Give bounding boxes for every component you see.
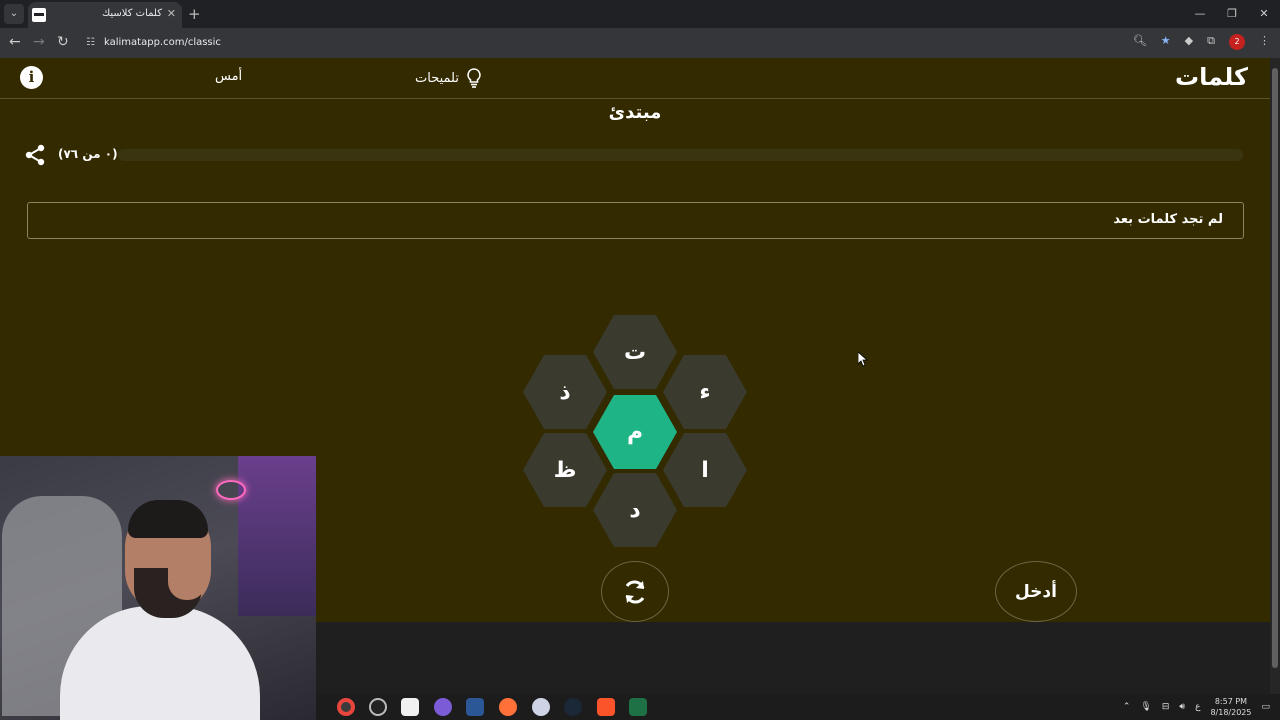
back-icon[interactable]: ←	[9, 34, 21, 50]
share-icon[interactable]	[24, 144, 46, 166]
letter-hex-upper-right[interactable]: ء	[663, 355, 747, 429]
webcam-background-light	[238, 456, 316, 616]
found-words-text: لم تجد كلمات بعد	[1113, 212, 1223, 227]
language-indicator[interactable]: ع	[1195, 702, 1200, 712]
excel-taskbar-icon[interactable]	[629, 698, 647, 716]
tab-close-icon[interactable]: ✕	[167, 7, 176, 20]
letter-hex-top[interactable]: ت	[593, 315, 677, 389]
bookmark-star-icon[interactable]: ★	[1161, 34, 1171, 50]
word-taskbar-icon[interactable]	[466, 698, 484, 716]
mouse-cursor-icon	[858, 352, 868, 367]
address-bar[interactable]: ☷ kalimatapp.com/classic	[80, 31, 1278, 55]
microphone-icon[interactable]: 🎙︎	[1140, 702, 1151, 712]
neon-planet-light	[216, 480, 246, 500]
close-window-icon[interactable]: ✕	[1248, 0, 1280, 28]
webcam-person-hand	[168, 548, 206, 600]
window-controls: — ❐ ✕	[1184, 0, 1280, 28]
site-info-icon[interactable]: ☷	[86, 37, 95, 48]
extension-icon[interactable]: ◆	[1185, 34, 1193, 50]
browser-menu-icon[interactable]: ⋮	[1259, 34, 1270, 50]
steam-taskbar-icon[interactable]	[564, 698, 582, 716]
clock-date: 8/18/2025	[1210, 708, 1252, 717]
level-title: مبتدئ	[608, 102, 662, 123]
info-icon[interactable]: i	[20, 66, 43, 89]
hints-label: تلميحات	[415, 70, 459, 86]
url-text: kalimatapp.com/classic	[104, 37, 221, 48]
found-words-box[interactable]: لم تجد كلمات بعد	[27, 202, 1244, 239]
lightbulb-icon	[467, 68, 481, 88]
app-taskbar-icon[interactable]	[434, 698, 452, 716]
new-tab-icon[interactable]: +	[188, 5, 201, 23]
page-scrollbar[interactable]	[1270, 58, 1280, 694]
minimize-icon[interactable]: —	[1184, 0, 1216, 28]
profile-avatar[interactable]: 2	[1229, 34, 1245, 50]
notifications-icon[interactable]: ▭	[1261, 702, 1270, 712]
system-tray: ⌃ 🎙︎ ⊟ 🔊︎ ع 8:57 PM 8/18/2025 ▭	[1123, 694, 1270, 720]
toolbar-actions: 🔍︎ ★ ◆ ⧉ 2 ⋮	[1133, 34, 1270, 50]
letter-hex-lower-right[interactable]: ا	[663, 433, 747, 507]
progress-count: (٠ من ٧٦)	[58, 147, 118, 161]
shuffle-button[interactable]	[601, 561, 669, 622]
webcam-person-hair	[128, 500, 208, 538]
firefox-taskbar-icon[interactable]	[499, 698, 517, 716]
app2-taskbar-icon[interactable]	[532, 698, 550, 716]
tab-title: كلمات كلاسيك	[101, 8, 162, 19]
volume-icon[interactable]: 🔊︎	[1179, 702, 1185, 712]
extensions-puzzle-icon[interactable]: ⧉	[1207, 34, 1215, 50]
letter-hex-upper-left[interactable]: ذ	[523, 355, 607, 429]
brave-taskbar-icon[interactable]	[597, 698, 615, 716]
progress-bar	[118, 149, 1243, 161]
yesterday-button[interactable]: أمس	[215, 69, 242, 84]
clock-time: 8:57 PM	[1214, 697, 1248, 706]
restore-icon[interactable]: ❐	[1216, 0, 1248, 28]
webcam-overlay	[0, 456, 316, 720]
letter-hex-center[interactable]: م	[593, 395, 677, 469]
letter-hex-bottom[interactable]: د	[593, 473, 677, 547]
enter-button[interactable]: أدخل	[995, 561, 1077, 622]
reload-icon[interactable]: ↻	[57, 34, 69, 50]
app-logo[interactable]: كلمات	[1175, 63, 1248, 91]
tray-chevron-icon[interactable]: ⌃	[1123, 702, 1131, 712]
shuffle-icon	[625, 580, 645, 603]
hints-button[interactable]: تلميحات	[415, 68, 481, 88]
forward-icon[interactable]: →	[33, 34, 45, 50]
obs-taskbar-icon[interactable]	[369, 698, 387, 716]
letter-hex-lower-left[interactable]: ظ	[523, 433, 607, 507]
network-icon[interactable]: ⊟	[1162, 702, 1170, 712]
windows-taskbar: ⌃ 🎙︎ ⊟ 🔊︎ ع 8:57 PM 8/18/2025 ▭	[316, 694, 1280, 720]
taskbar-clock[interactable]: 8:57 PM 8/18/2025	[1210, 696, 1251, 718]
chrome-taskbar-icon[interactable]	[337, 698, 355, 716]
tab-search-icon[interactable]: ⌄	[4, 4, 24, 24]
browser-tab-bar: ⌄ كلمات كلاسيك ✕ + — ❐ ✕	[0, 0, 1280, 28]
scrollbar-thumb[interactable]	[1272, 68, 1278, 668]
site-favicon-icon	[32, 8, 46, 22]
app-header: كلمات تلميحات أمس i	[0, 58, 1270, 99]
browser-toolbar: ← → ↻ ☷ kalimatapp.com/classic 🔍︎ ★ ◆ ⧉ …	[0, 28, 1280, 58]
store-taskbar-icon[interactable]	[401, 698, 419, 716]
zoom-icon[interactable]: 🔍︎	[1133, 34, 1147, 50]
browser-tab[interactable]: كلمات كلاسيك ✕	[28, 2, 182, 28]
